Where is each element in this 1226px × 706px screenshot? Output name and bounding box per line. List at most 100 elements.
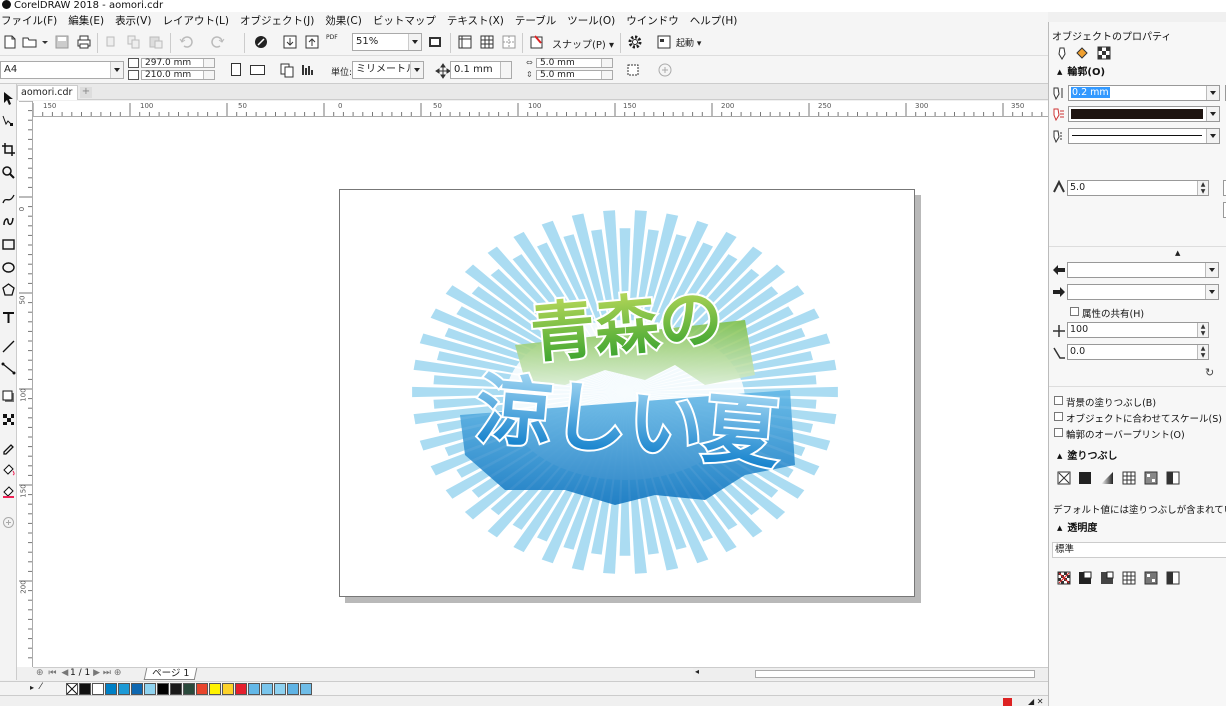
chevron-down-icon[interactable] xyxy=(408,34,421,50)
bitmap-pattern-transparency-icon[interactable] xyxy=(1144,571,1158,585)
zoom-level-combo[interactable]: 51% xyxy=(352,33,422,51)
print-icon[interactable] xyxy=(76,34,92,50)
ellipse-tool-icon[interactable] xyxy=(1,260,16,275)
vertical-ruler[interactable]: 0 50 100 150 200 xyxy=(17,101,33,667)
scroll-left-icon[interactable]: ◂ xyxy=(695,667,699,676)
vector-pattern-transparency-icon[interactable] xyxy=(1122,571,1136,585)
export-icon[interactable] xyxy=(304,34,320,50)
landscape-icon[interactable] xyxy=(250,65,265,75)
shape-tool-icon[interactable] xyxy=(1,114,16,129)
transparency-mode-combo[interactable]: 標準 xyxy=(1052,542,1226,558)
page-tab[interactable]: ページ 1 xyxy=(143,668,198,680)
vector-pattern-icon[interactable] xyxy=(1122,471,1136,485)
nudge-field[interactable]: 0.1 mm xyxy=(450,61,512,79)
two-color-transparency-icon[interactable] xyxy=(1166,571,1180,585)
uniform-transparency-icon[interactable] xyxy=(1078,571,1092,585)
undo-icon[interactable] xyxy=(178,34,194,50)
menu-help[interactable]: ヘルプ(H) xyxy=(689,13,746,28)
full-screen-icon[interactable] xyxy=(427,34,443,50)
artistic-media-icon[interactable] xyxy=(1,214,16,229)
color-swatch[interactable] xyxy=(79,683,91,695)
menu-window[interactable]: ウインドウ xyxy=(625,13,687,28)
open-dropdown-icon[interactable] xyxy=(37,34,48,50)
zoom-tool-icon[interactable] xyxy=(1,165,16,180)
eyedropper-icon[interactable]: ⁄ xyxy=(40,682,42,692)
smart-fill-icon[interactable] xyxy=(1,484,16,499)
fountain-transparency-icon[interactable] xyxy=(1100,571,1114,585)
portrait-icon[interactable] xyxy=(231,63,241,76)
duplicate-x-field[interactable]: 5.0 mm xyxy=(536,58,613,68)
show-rulers-icon[interactable] xyxy=(457,34,473,50)
transparency-tool-icon[interactable] xyxy=(1,412,16,427)
color-swatch[interactable] xyxy=(248,683,260,695)
outline-pen-icon[interactable] xyxy=(1055,46,1069,60)
reset-icon[interactable]: ↻ xyxy=(1205,366,1214,379)
all-pages-icon[interactable] xyxy=(279,62,295,78)
duplicate-y-field[interactable]: 5.0 mm xyxy=(536,70,613,80)
color-swatch[interactable] xyxy=(157,683,169,695)
rectangle-tool-icon[interactable] xyxy=(1,237,16,252)
color-swatch[interactable] xyxy=(261,683,273,695)
color-swatch[interactable] xyxy=(196,683,208,695)
color-swatch[interactable] xyxy=(300,683,312,695)
menu-view[interactable]: 表示(V) xyxy=(114,13,159,28)
overprint-outline-checkbox[interactable] xyxy=(1054,428,1063,437)
no-color-swatch[interactable] xyxy=(66,683,78,695)
cut-icon[interactable] xyxy=(104,34,120,50)
save-icon[interactable] xyxy=(54,34,70,50)
transparency-icon[interactable] xyxy=(1097,46,1111,60)
menu-effects[interactable]: 効果(C) xyxy=(324,13,370,28)
page-height-field[interactable]: 210.0 mm xyxy=(141,70,215,80)
share-attributes-checkbox[interactable] xyxy=(1070,307,1079,316)
fill-section-header[interactable]: ▲ 塗りつぶし xyxy=(1049,448,1226,464)
current-page-icon[interactable] xyxy=(300,62,316,78)
outline-color-picker[interactable] xyxy=(1068,106,1220,122)
redo-icon[interactable] xyxy=(210,34,226,50)
bitmap-pattern-icon[interactable] xyxy=(1144,471,1158,485)
menu-tools[interactable]: ツール(O) xyxy=(566,13,623,28)
uniform-fill-icon[interactable] xyxy=(1078,471,1092,485)
chevron-down-icon[interactable] xyxy=(410,62,423,78)
scroll-thumb[interactable] xyxy=(755,670,1035,678)
start-arrowhead-combo[interactable] xyxy=(1067,262,1219,278)
color-eyedropper-icon[interactable] xyxy=(1,440,16,455)
launch-dropdown[interactable]: 起動 ▾ xyxy=(676,36,701,49)
page-width-field[interactable]: 297.0 mm xyxy=(141,58,215,68)
horizontal-scrollbar[interactable]: ◂ xyxy=(693,667,1048,680)
document-tab[interactable]: aomori.cdr xyxy=(17,85,78,100)
drop-shadow-icon[interactable] xyxy=(1,389,16,404)
import-icon[interactable] xyxy=(282,34,298,50)
outline-section-header[interactable]: ▲ 輪郭(O) xyxy=(1049,64,1226,80)
menu-file[interactable]: ファイル(F) xyxy=(0,13,65,28)
bleed-icon[interactable] xyxy=(625,62,641,78)
color-swatch[interactable] xyxy=(118,683,130,695)
open-folder-icon[interactable] xyxy=(22,34,38,50)
menu-table[interactable]: テーブル xyxy=(514,13,564,28)
color-swatch[interactable] xyxy=(131,683,143,695)
show-grid-icon[interactable] xyxy=(479,34,495,50)
search-content-icon[interactable] xyxy=(253,34,269,50)
polygon-tool-icon[interactable] xyxy=(1,282,16,297)
new-document-icon[interactable] xyxy=(2,34,18,50)
scale-with-object-checkbox[interactable] xyxy=(1054,412,1063,421)
line-style-combo[interactable] xyxy=(1068,128,1220,144)
outline-scale-field[interactable]: 100 ▲ ▼ xyxy=(1067,322,1209,338)
units-combo[interactable]: ミリメートル xyxy=(352,61,424,79)
color-swatch[interactable] xyxy=(144,683,156,695)
fill-bucket-icon[interactable] xyxy=(1075,46,1089,60)
no-transparency-icon[interactable] xyxy=(1057,571,1071,585)
menu-layout[interactable]: レイアウト(L) xyxy=(161,13,237,28)
launch-app-icon[interactable] xyxy=(656,34,672,50)
chevron-down-icon[interactable] xyxy=(110,62,123,78)
color-swatch[interactable] xyxy=(222,683,234,695)
parallel-dimension-icon[interactable] xyxy=(1,339,16,354)
connector-tool-icon[interactable] xyxy=(1,361,16,376)
color-swatch[interactable] xyxy=(209,683,221,695)
snap-to-dropdown[interactable]: スナップ(P) ▾ xyxy=(552,36,614,51)
paste-icon[interactable] xyxy=(148,34,164,50)
palette-scroll-icon[interactable]: ▸ xyxy=(30,683,34,692)
color-swatch[interactable] xyxy=(92,683,104,695)
horizontal-ruler[interactable]: 150 100 50 0 50 100 150 200 250 300 350 xyxy=(33,101,1048,117)
paper-size-combo[interactable]: A4 xyxy=(0,61,124,79)
fountain-fill-icon[interactable] xyxy=(1100,471,1114,485)
